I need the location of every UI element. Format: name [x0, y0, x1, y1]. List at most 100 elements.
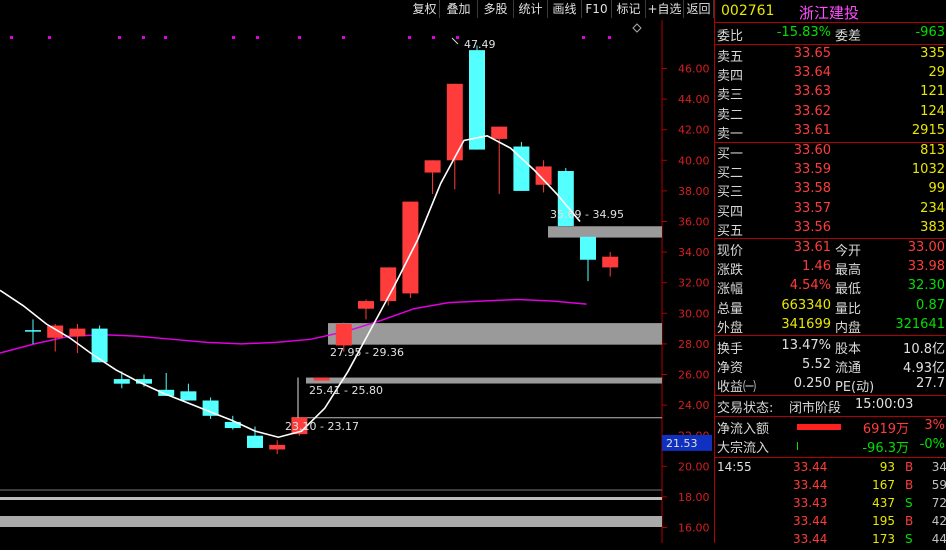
block-inflow-value: -96.3万: [862, 441, 909, 456]
sell-label: 卖五: [717, 50, 744, 65]
quote-row: 涨跌 1.46 最高 33.98: [715, 259, 946, 278]
net-inflow-pct: 3%: [924, 418, 945, 433]
block-inflow-pct: -0%: [919, 437, 945, 452]
candle-body[interactable]: [180, 391, 197, 401]
signal-dot: [342, 36, 345, 39]
signal-dot: [256, 36, 259, 39]
y-tick-label: 36.00: [678, 216, 710, 229]
candle-body[interactable]: [402, 201, 419, 294]
buy-price: 33.60: [793, 143, 831, 158]
candlestick-chart[interactable]: 47.49 35.69 - 34.95 27.95 - 29.36 25.41 - 2…: [0, 0, 714, 543]
net-inflow-bar: [797, 424, 841, 430]
price-annotation: 23.10 - 23.17: [285, 420, 359, 433]
tick-volume: 167: [872, 478, 895, 492]
sell-price: 33.61: [793, 122, 831, 138]
tick-row: 33.44 173 S 44: [715, 532, 946, 550]
signal-dot: [48, 36, 51, 39]
candle-body[interactable]: [269, 444, 286, 450]
settings-diamond-icon[interactable]: [632, 23, 642, 33]
weibi-value: -15.83%: [776, 25, 831, 40]
stock-header: 002761 浙江建投: [715, 0, 946, 22]
candle-body[interactable]: [91, 328, 108, 363]
quote-value: 341699: [781, 316, 831, 332]
stock-name[interactable]: 浙江建投: [799, 2, 859, 23]
tick-count: 34: [931, 460, 946, 474]
y-tick-label: 46.00: [678, 63, 710, 76]
buy-label: 买三: [717, 185, 744, 201]
fund-value2: 27.7: [916, 376, 945, 392]
quote-panel: 002761 浙江建投 委比 -15.83% 委差 -963 卖五 33.65 33…: [714, 0, 946, 546]
price-annotation: 35.69 - 34.95: [550, 208, 624, 221]
candle-body[interactable]: [446, 83, 463, 161]
tick-count: 42: [931, 514, 946, 528]
candle-body[interactable]: [469, 50, 485, 150]
sell-price: 33.62: [793, 103, 831, 119]
sell-volume: 124: [920, 103, 945, 119]
quote-value2: 32.30: [907, 278, 945, 294]
signal-dot: [582, 36, 585, 39]
current-price-label: 21.53: [666, 437, 698, 450]
candle-body[interactable]: [580, 236, 596, 260]
tick-side: S: [905, 532, 913, 546]
price-zone: [328, 323, 662, 345]
divider: [715, 395, 946, 396]
buy-row: 买一 33.60 813: [715, 143, 946, 162]
sell-row: 卖二 33.62 124: [715, 104, 946, 123]
tick-price: 33.43: [793, 496, 828, 510]
candle-body[interactable]: [491, 126, 508, 139]
stock-code: 002761: [721, 3, 775, 19]
price-annotation: 27.95 - 29.36: [330, 346, 404, 359]
buy-volume: 1032: [911, 162, 945, 178]
candle-body[interactable]: [358, 301, 374, 309]
tick-volume: 437: [872, 496, 895, 510]
fund-value2: 10.8亿: [903, 342, 945, 357]
y-tick-label: 26.00: [678, 369, 710, 382]
price-zone: [306, 377, 662, 384]
price-zone: [0, 516, 662, 527]
weibi-row: 委比 -15.83% 委差 -963: [715, 25, 946, 44]
sell-row: 卖一 33.61 2915: [715, 123, 946, 142]
sell-row: 卖四 33.64 29: [715, 65, 946, 84]
candle-body[interactable]: [602, 256, 619, 268]
candle-body[interactable]: [113, 379, 130, 384]
y-tick-label: 28.00: [678, 338, 710, 351]
signal-dot: [118, 36, 121, 39]
quote-value: 33.61: [793, 240, 831, 255]
fund-label: 收益㈠: [717, 380, 757, 396]
fund-value: 5.52: [802, 357, 831, 373]
sell-volume: 29: [928, 65, 945, 81]
fund-label2: 流通: [835, 361, 862, 377]
quote-label: 总量: [717, 301, 744, 317]
candle-body[interactable]: [535, 166, 552, 185]
tick-row: 14:55 33.44 93 B 34: [715, 460, 946, 478]
net-inflow-value: 6919万: [862, 422, 909, 437]
fund-row: 换手 13.47% 股本 10.8亿: [715, 338, 946, 357]
buy-price: 33.58: [793, 181, 831, 197]
y-tick-label: 42.00: [678, 124, 710, 137]
quote-label2: 今开: [835, 244, 862, 259]
tick-row: 33.44 167 B 59: [715, 478, 946, 496]
weidiff-label: 委差: [835, 29, 862, 44]
fund-label2: 股本: [835, 342, 862, 357]
candle-body[interactable]: [313, 377, 330, 381]
quote-value2: 321641: [895, 316, 945, 332]
candle-body[interactable]: [424, 160, 441, 173]
buy-row: 买四 33.57 234: [715, 201, 946, 220]
candle-body[interactable]: [69, 328, 86, 337]
fund-value: 13.47%: [781, 338, 831, 353]
sell-row: 卖五 33.65 335: [715, 46, 946, 65]
fund-label: 换手: [717, 342, 744, 357]
quote-label2: 最高: [835, 263, 862, 279]
trade-status-label: 交易状态:: [717, 401, 774, 416]
quote-row: 外盘 341699 内盘 321641: [715, 317, 946, 336]
candle-body[interactable]: [25, 330, 41, 332]
quote-value: 663340: [781, 297, 831, 313]
candle-body[interactable]: [335, 324, 352, 346]
buy-row: 买五 33.56 383: [715, 220, 946, 239]
candle-body[interactable]: [247, 435, 263, 448]
quote-value2: 0.87: [916, 297, 945, 313]
tick-row: 33.43 437 S 72: [715, 496, 946, 514]
tick-count: 59: [931, 478, 946, 492]
quote-value2: 33.98: [907, 259, 945, 275]
fund-row: 净资 5.52 流通 4.93亿: [715, 357, 946, 376]
